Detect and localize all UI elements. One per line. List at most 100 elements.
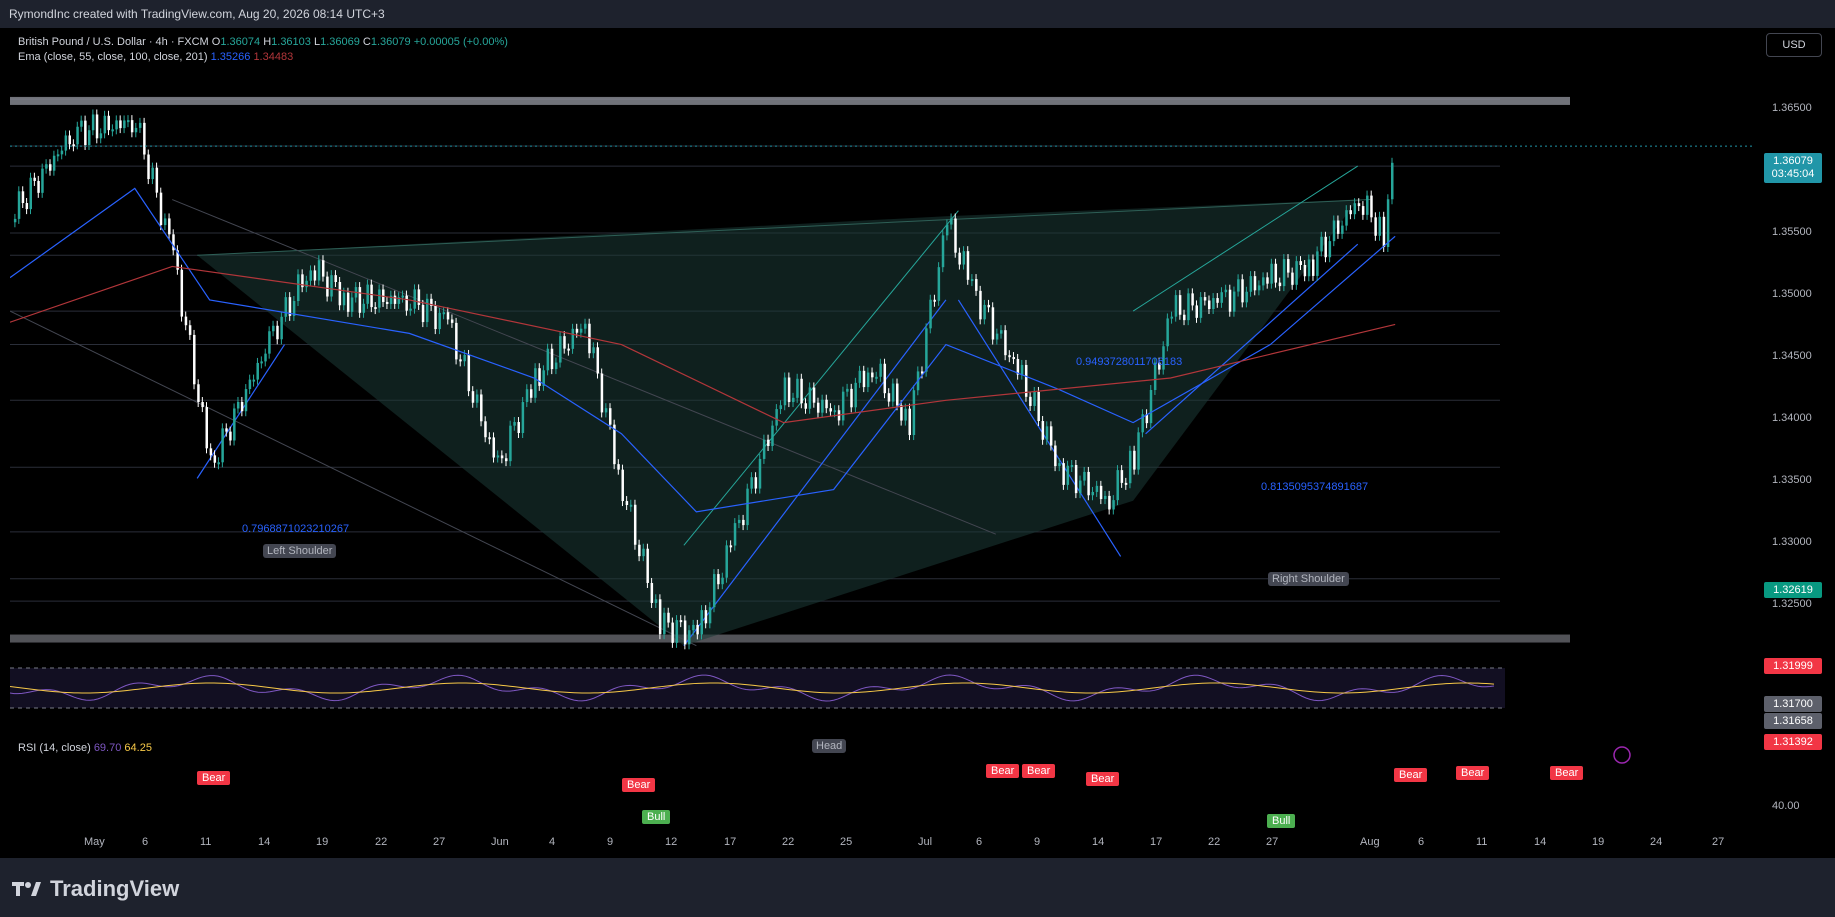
candle-body	[385, 301, 389, 305]
brand-name: TradingView	[50, 876, 180, 901]
candle-body	[1091, 491, 1095, 496]
candle-body	[1216, 298, 1219, 303]
bear-badge: Bear	[1456, 766, 1490, 780]
candle-body	[1120, 470, 1124, 483]
candle-body	[45, 164, 48, 169]
bear-badge: Bear	[197, 771, 231, 785]
candle-body	[1203, 297, 1207, 301]
candle-body	[1008, 355, 1011, 358]
candle-body	[563, 336, 566, 349]
chart-area[interactable]	[10, 28, 1825, 858]
currency-button[interactable]: USD	[1766, 33, 1822, 57]
candle-body	[370, 284, 373, 308]
candle-body	[33, 177, 36, 181]
time-tick: 14	[1534, 836, 1547, 848]
candle-body	[236, 401, 240, 409]
candle-body	[103, 115, 107, 134]
candle-body	[883, 363, 887, 394]
candle-body	[1266, 277, 1269, 284]
candle-body	[987, 304, 991, 308]
price-tick: 1.33000	[1772, 536, 1812, 548]
rsi-ma-value: 64.25	[124, 742, 152, 754]
candle-body	[908, 408, 911, 436]
candle-body	[958, 252, 961, 265]
candle-body	[87, 130, 91, 146]
resistance-zone	[10, 96, 1570, 105]
candle-body	[1324, 236, 1327, 258]
candle-body	[1257, 285, 1261, 291]
candle-body	[1079, 480, 1082, 494]
candle-body	[1212, 298, 1215, 310]
candle-body	[1278, 282, 1282, 287]
candle-body	[654, 599, 658, 603]
time-tick: Jun	[491, 836, 509, 848]
ema55-value: 1.35266	[210, 51, 251, 63]
candle-body	[1332, 220, 1336, 242]
candle-body	[804, 403, 807, 409]
candle-body	[592, 347, 595, 354]
change-value: +0.00005 (+0.00%)	[413, 36, 508, 48]
candle-body	[1274, 263, 1278, 283]
candle-body	[646, 548, 649, 583]
candle-body	[900, 405, 903, 421]
candle-body	[534, 368, 537, 398]
candle-body	[517, 422, 520, 433]
candle-body	[866, 372, 870, 388]
candle-body	[434, 305, 437, 330]
time-tick: 27	[433, 836, 446, 848]
price-chart[interactable]	[10, 28, 1825, 858]
candle-body	[758, 458, 762, 489]
time-tick: 19	[1592, 836, 1605, 848]
candle-body	[688, 630, 691, 645]
candle-body	[554, 362, 558, 370]
candle-body	[1303, 264, 1307, 277]
candle-body	[1137, 432, 1140, 470]
candle-body	[305, 280, 308, 288]
candle-body	[1228, 289, 1232, 312]
bear-badge: Bear	[1086, 772, 1120, 786]
candle-body	[244, 389, 248, 412]
bear-badge: Bear	[1550, 766, 1584, 780]
tradingview-logo[interactable]: TradingView	[12, 876, 179, 902]
candle-body	[260, 361, 263, 364]
candle-body	[240, 401, 244, 412]
candle-body	[280, 316, 283, 340]
candle-body	[1166, 318, 1169, 347]
candle-body	[700, 610, 704, 635]
time-tick: May	[84, 836, 105, 848]
candle-body	[76, 126, 79, 145]
time-tick: 17	[1150, 836, 1163, 848]
candle-body	[126, 120, 130, 123]
bear-badge: Bear	[1022, 764, 1056, 778]
head-label[interactable]: Head	[812, 739, 847, 753]
left-shoulder-label[interactable]: Left Shoulder	[263, 544, 337, 558]
candle-body	[276, 325, 279, 340]
candle-body	[193, 334, 196, 385]
candle-body	[1183, 314, 1186, 321]
candle-body	[991, 307, 995, 340]
candle-body	[625, 501, 629, 506]
candle-body	[168, 218, 171, 235]
candle-body	[571, 328, 575, 349]
candle-body	[638, 544, 641, 557]
level-label-green: 1.32619	[1764, 582, 1822, 598]
candle-body	[25, 203, 29, 210]
candle-body	[1187, 293, 1190, 321]
candle-body	[91, 114, 95, 131]
candle-body	[496, 455, 500, 458]
candle-body	[954, 218, 957, 253]
time-tick: 17	[724, 836, 737, 848]
candle-body	[1336, 220, 1340, 234]
close-label: C	[362, 36, 371, 48]
candle-body	[1058, 463, 1061, 467]
candle-body	[796, 378, 799, 398]
time-tick: 24	[1650, 836, 1663, 848]
candle-body	[378, 289, 381, 308]
candle-body	[467, 354, 471, 392]
right-shoulder-label[interactable]: Right Shoulder	[1268, 572, 1349, 586]
current-price: 1.36079	[1773, 155, 1813, 167]
candle-body	[975, 279, 978, 291]
candle-body	[725, 545, 728, 578]
candle-body	[950, 218, 953, 225]
candle-body	[1262, 277, 1265, 286]
